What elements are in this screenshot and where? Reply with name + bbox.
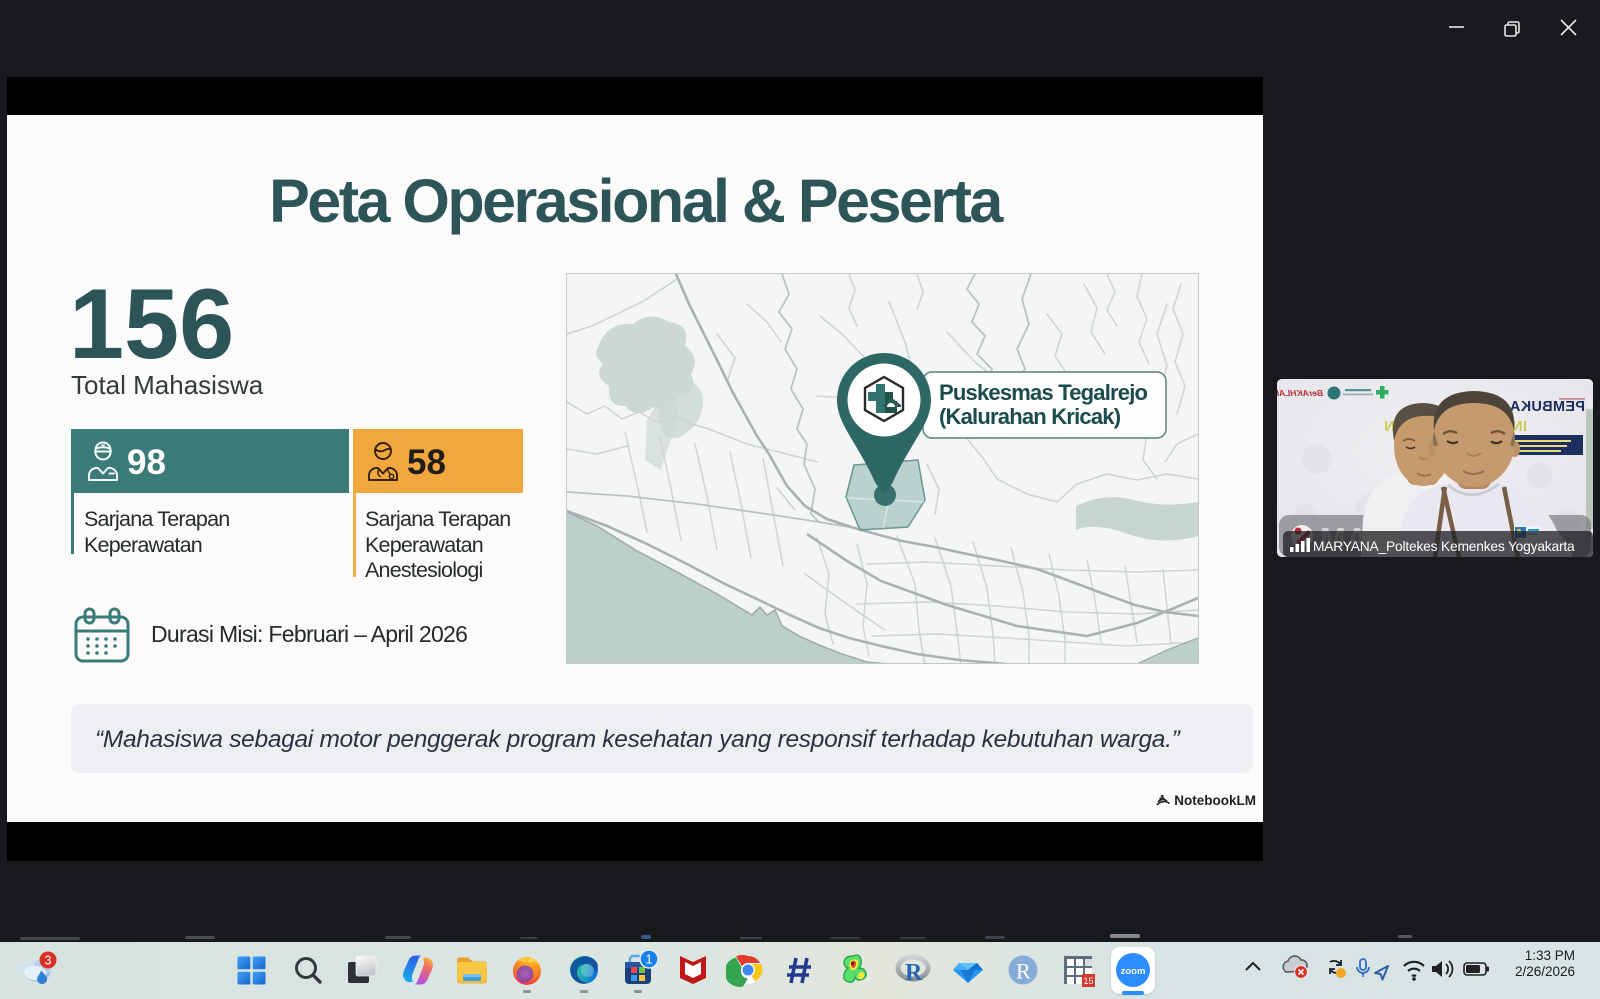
svg-text:MARYANA_Poltekes Kemenkes Yogy: MARYANA_Poltekes Kemenkes Yogyakarta: [1313, 539, 1575, 554]
svg-text:R: R: [905, 960, 923, 986]
svg-text:1: 1: [646, 953, 653, 967]
svg-text:(Kalurahan Kricak): (Kalurahan Kricak): [939, 404, 1121, 429]
svg-text:3: 3: [45, 954, 52, 968]
svg-text:R: R: [1016, 959, 1031, 984]
svg-text:zoom: zoom: [1121, 966, 1146, 977]
svg-text:15: 15: [1083, 976, 1093, 986]
svg-text:Puskesmas Tegalrejo: Puskesmas Tegalrejo: [939, 380, 1148, 405]
svg-text:BerAKHLAK: BerAKHLAK: [1277, 388, 1323, 398]
